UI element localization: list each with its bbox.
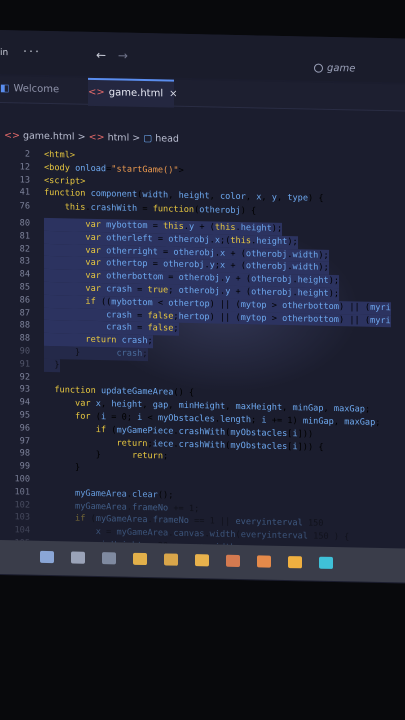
taskbar-search-icon[interactable]	[71, 551, 85, 564]
tab-game-html-label: game.html	[108, 87, 164, 100]
taskbar-app-7-icon[interactable]	[319, 556, 333, 569]
line-number: 96	[19, 423, 30, 434]
line-number: 95	[19, 410, 30, 421]
more-menu-icon[interactable]: ···	[22, 46, 40, 57]
breadcrumb-head[interactable]: head	[155, 133, 179, 144]
breadcrumb-separator: >	[132, 132, 141, 144]
taskbar-start-icon[interactable]	[40, 550, 54, 564]
line-number: 80	[19, 218, 30, 229]
line-number: 88	[19, 333, 30, 344]
line-number: 13	[19, 175, 30, 186]
line-number: 100	[14, 474, 30, 485]
tab-game-html[interactable]: <> game.html ×	[88, 77, 177, 108]
code-text: }	[44, 358, 60, 372]
taskbar-app-5-icon[interactable]	[257, 555, 271, 568]
line-number: 85	[19, 282, 30, 293]
html-file-icon: <>	[4, 130, 20, 142]
taskbar-app-4-icon[interactable]	[226, 554, 240, 568]
search-text: game	[327, 62, 356, 75]
search-icon	[314, 63, 323, 73]
line-number: 103	[14, 512, 30, 523]
breadcrumb-html[interactable]: html	[108, 132, 130, 143]
back-arrow-icon[interactable]: ←	[96, 48, 106, 62]
line-number: 12	[19, 162, 30, 173]
title-bar: in ··· ← → game	[0, 30, 405, 83]
forward-arrow-icon[interactable]: →	[118, 48, 128, 62]
line-number: 86	[19, 295, 30, 306]
line-number: 84	[19, 269, 30, 280]
line-number: 101	[14, 487, 30, 498]
close-icon[interactable]: ×	[169, 89, 177, 100]
monitor-screen: in ··· ← → game ◧ Welcome <> game.html × <>…	[0, 30, 405, 584]
line-number: 41	[19, 187, 30, 199]
taskbar-app-2-icon[interactable]	[164, 553, 178, 566]
navigation-arrows: ← →	[96, 48, 128, 63]
breadcrumb-file[interactable]: game.html	[23, 130, 75, 142]
line-number: 99	[19, 461, 30, 472]
code-text: <script>	[44, 175, 86, 187]
line-number: 2	[24, 149, 30, 160]
line-number: 90	[19, 346, 30, 357]
taskbar-task-view-icon[interactable]	[102, 552, 116, 565]
menu-label[interactable]: in	[0, 48, 8, 58]
line-number: 87	[19, 307, 30, 319]
code-text: <html>	[44, 149, 76, 161]
tab-welcome[interactable]: ◧ Welcome	[0, 76, 88, 104]
line-number: 76	[19, 201, 30, 212]
element-icon: <>	[88, 131, 105, 144]
code-text: }	[44, 462, 81, 473]
line-number: 81	[19, 231, 30, 242]
element-icon: ▢	[143, 133, 153, 145]
html-file-icon: <>	[88, 86, 105, 99]
line-number: 83	[19, 256, 30, 268]
vscode-icon: ◧	[0, 83, 10, 95]
breadcrumb: <> game.html > <> html > ▢ head	[4, 130, 179, 145]
line-number: 93	[19, 384, 30, 395]
tab-bar: ◧ Welcome <> game.html ×	[0, 76, 405, 112]
line-number: 88	[19, 320, 30, 331]
search-box[interactable]: game	[314, 62, 356, 75]
line-number: 91	[19, 359, 30, 370]
line-number: 92	[19, 371, 30, 383]
line-number: 98	[19, 448, 30, 459]
line-number: 94	[19, 397, 30, 408]
code-editor[interactable]: 2 <html> 12 <body onload="startGame()"> 13 <s…	[0, 148, 405, 583]
breadcrumb-separator: >	[77, 131, 86, 143]
taskbar-app-1-icon[interactable]	[133, 552, 147, 566]
line-number: 82	[19, 243, 30, 255]
line-number: 102	[14, 499, 30, 511]
line-number: 104	[14, 525, 30, 536]
line-number: 97	[19, 435, 30, 447]
tab-welcome-label: Welcome	[13, 83, 60, 96]
taskbar-app-6-icon[interactable]	[288, 556, 302, 569]
taskbar-app-3-icon[interactable]	[195, 554, 209, 567]
